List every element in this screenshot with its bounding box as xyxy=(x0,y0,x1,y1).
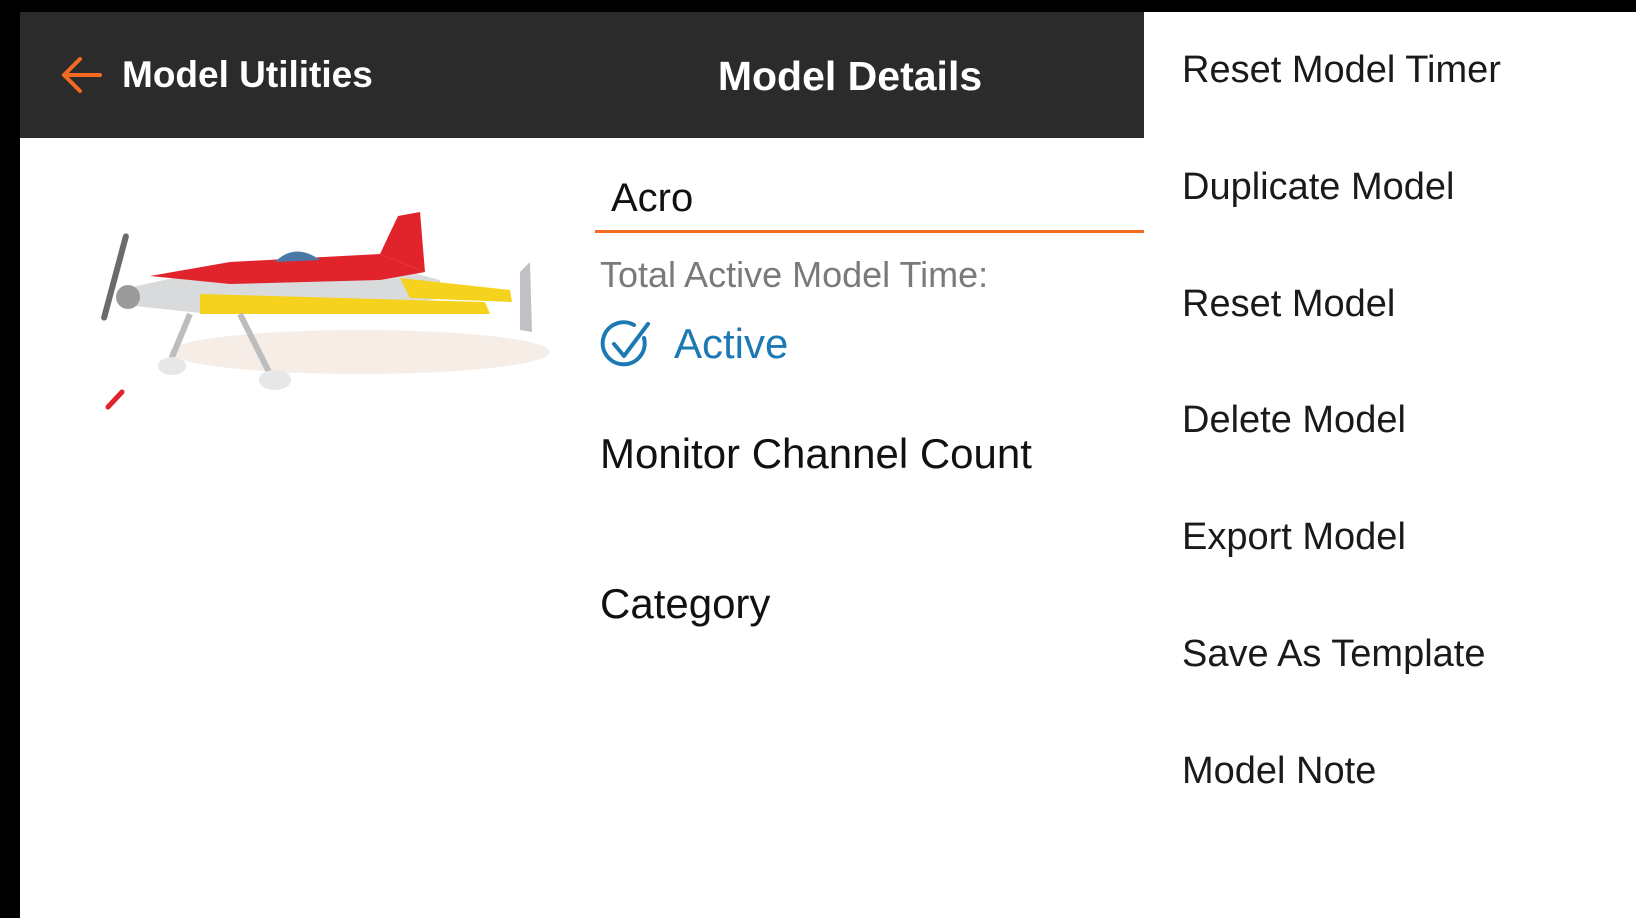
header-bar: Model Utilities Model Details xyxy=(20,12,1144,138)
back-button[interactable]: Model Utilities xyxy=(60,50,373,100)
device-frame: Model Utilities Model Details Total Acti… xyxy=(0,0,1636,918)
menu-item-model-note[interactable]: Model Note xyxy=(1182,741,1622,801)
arrow-left-icon xyxy=(62,57,102,93)
menu-item-save-as-template[interactable]: Save As Template xyxy=(1182,624,1622,684)
active-label: Active xyxy=(674,320,789,367)
category-label[interactable]: Category xyxy=(600,580,770,628)
monitor-channel-count-label[interactable]: Monitor Channel Count xyxy=(600,430,1032,478)
menu-item-reset-model[interactable]: Reset Model xyxy=(1182,274,1622,334)
menu-item-duplicate-model[interactable]: Duplicate Model xyxy=(1182,157,1622,217)
total-active-time-label: Total Active Model Time: xyxy=(600,254,989,295)
active-toggle[interactable]: Active xyxy=(598,312,788,376)
menu-item-delete-model[interactable]: Delete Model xyxy=(1182,390,1622,450)
back-label: Model Utilities xyxy=(122,54,373,95)
menu-item-export-model[interactable]: Export Model xyxy=(1182,507,1622,567)
model-image xyxy=(101,212,550,410)
screen: Model Utilities Model Details Total Acti… xyxy=(20,12,1636,918)
model-name-input[interactable] xyxy=(595,167,1145,233)
check-circle-icon xyxy=(600,320,650,367)
page-title: Model Details xyxy=(717,52,983,99)
menu-item-reset-model-timer[interactable]: Reset Model Timer xyxy=(1182,40,1622,100)
utilities-menu: Reset Model Timer Duplicate Model Reset … xyxy=(1144,12,1636,918)
